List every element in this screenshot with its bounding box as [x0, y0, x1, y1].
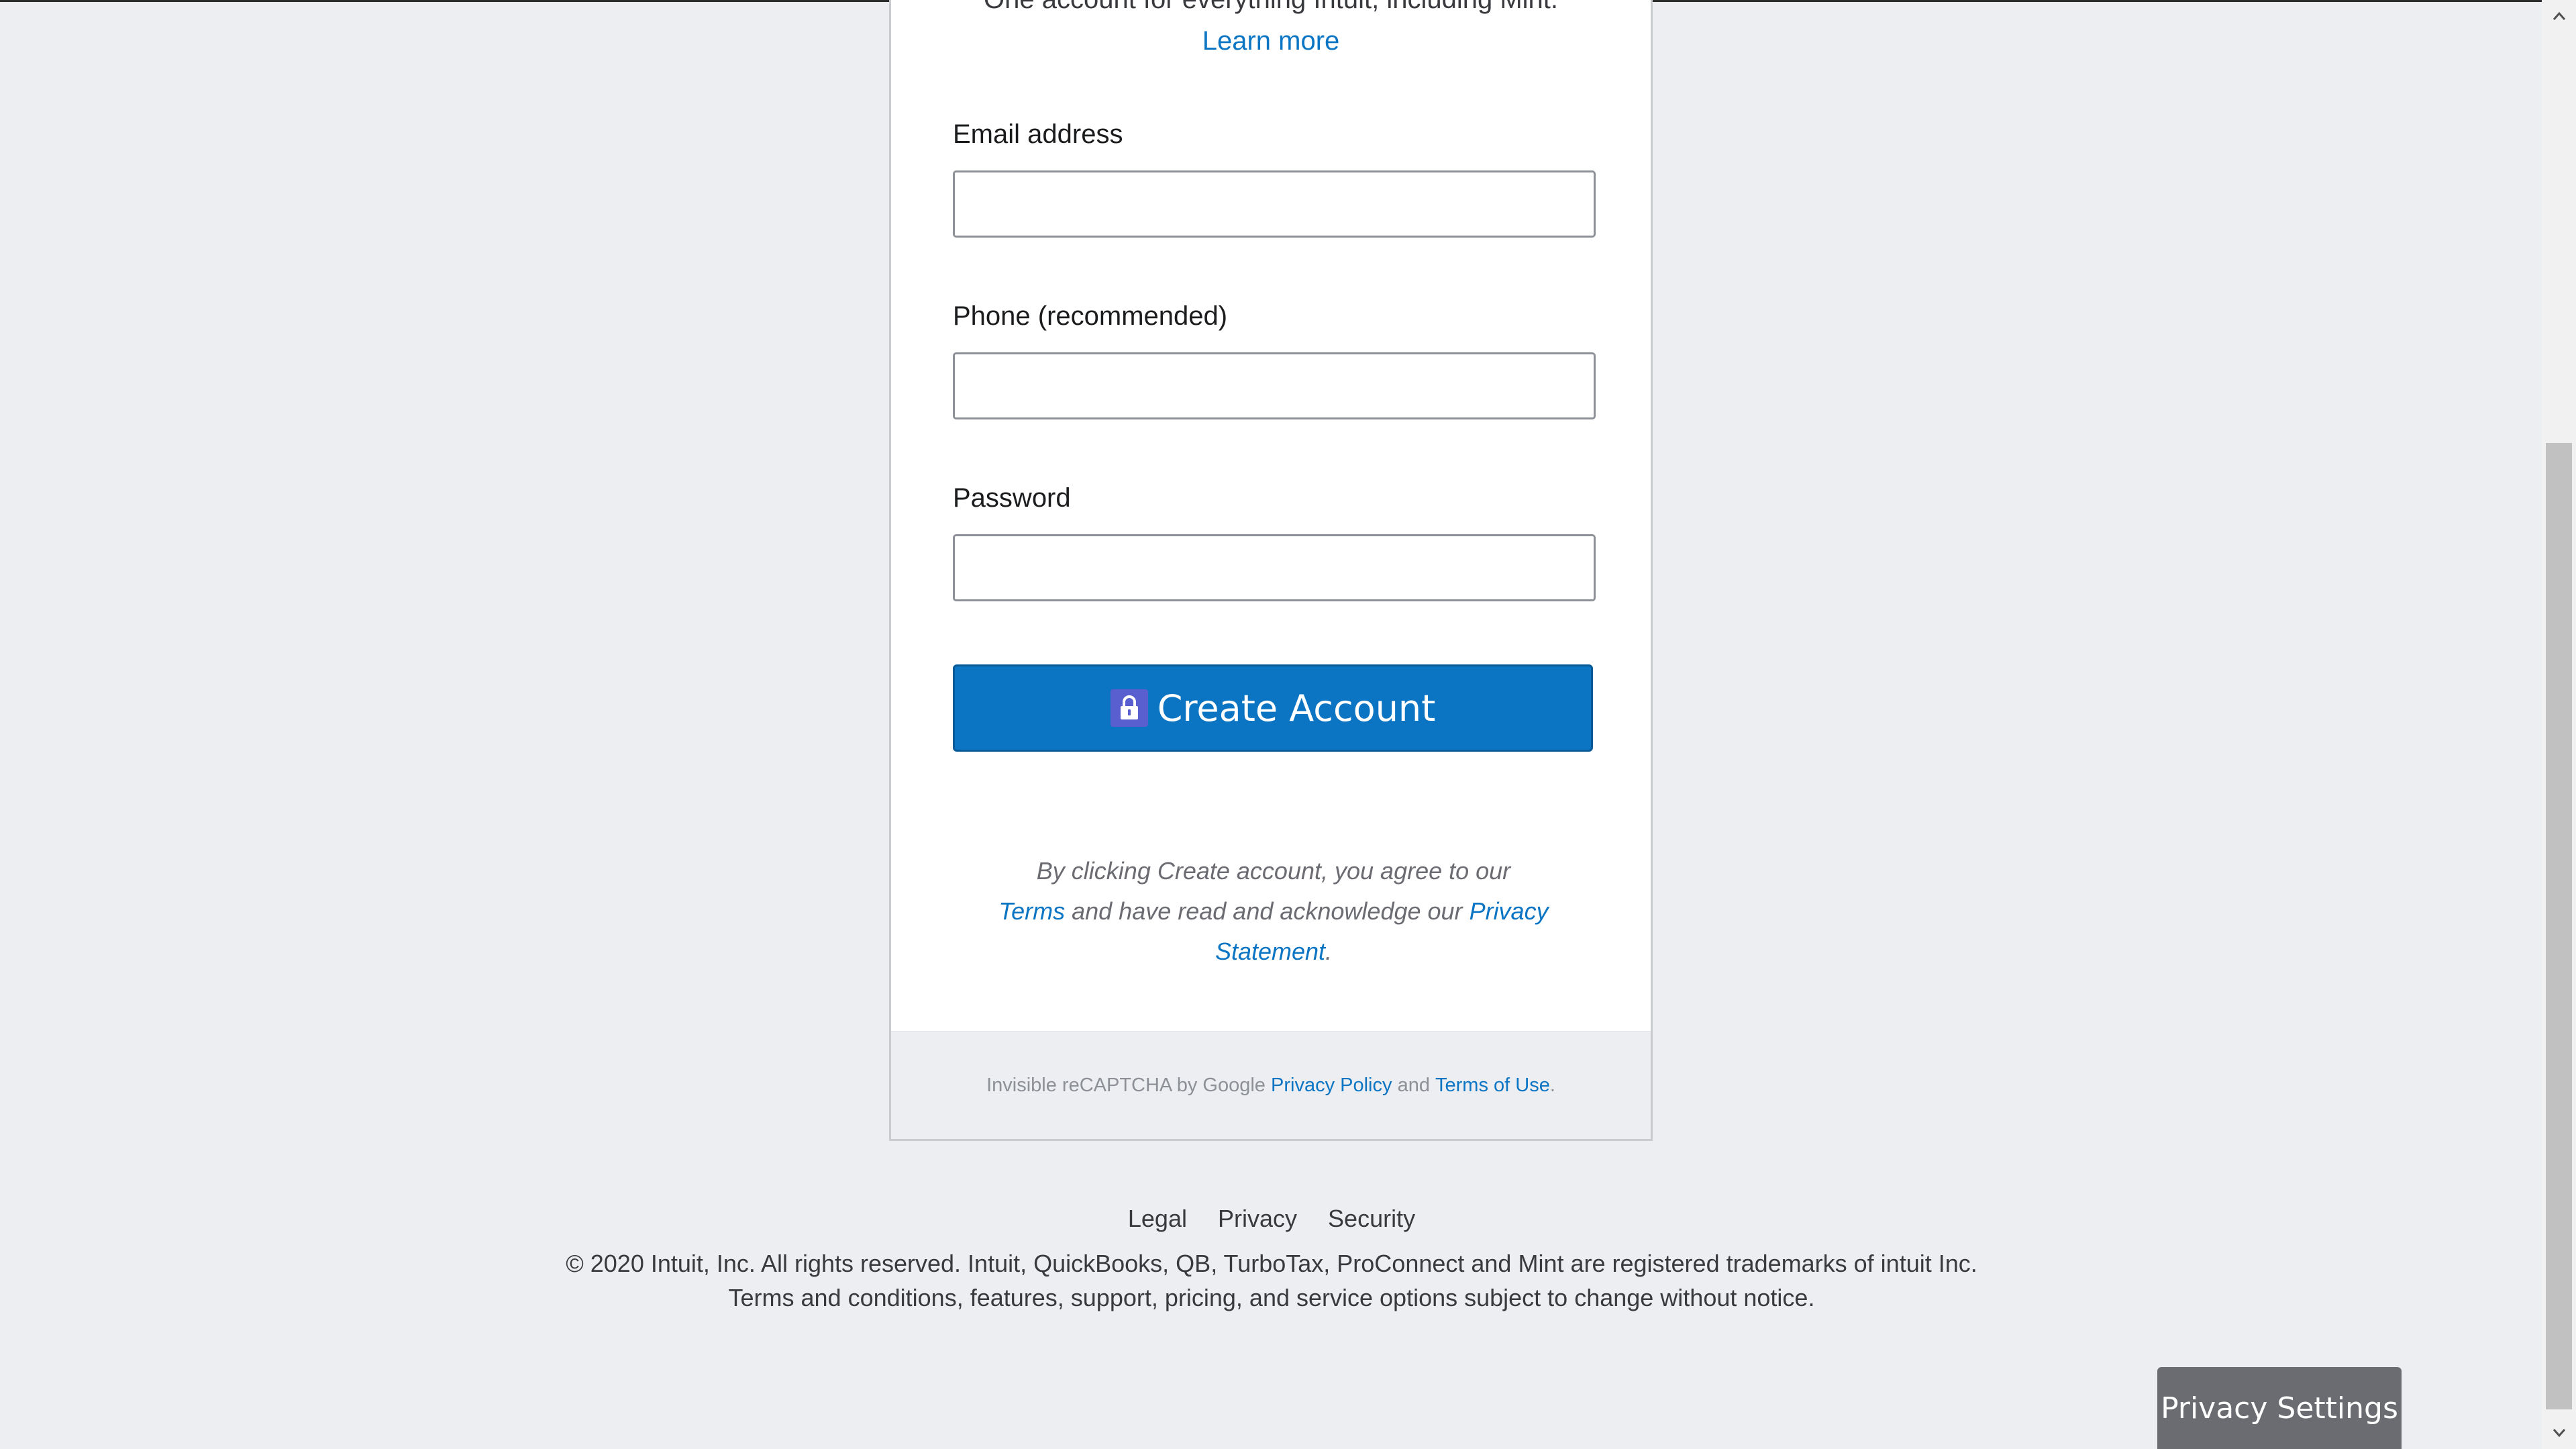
- privacy-settings-button[interactable]: Privacy Settings: [2157, 1367, 2402, 1449]
- terms-link[interactable]: Terms: [998, 897, 1065, 925]
- footer-links: Legal Privacy Security: [0, 1205, 2543, 1233]
- recaptcha-notice: Invisible reCAPTCHA by Google Privacy Po…: [891, 1031, 1651, 1139]
- create-account-button[interactable]: Create Account: [953, 664, 1593, 752]
- password-label: Password: [953, 483, 1071, 513]
- recaptcha-period: .: [1549, 1074, 1555, 1096]
- copyright-text: © 2020 Intuit, Inc. All rights reserved.…: [566, 1250, 1977, 1277]
- recaptcha-and: and: [1397, 1074, 1430, 1096]
- agreement-text-part2: and have read and acknowledge our: [1072, 897, 1463, 925]
- phone-label: Phone (recommended): [953, 301, 1228, 331]
- learn-more-link[interactable]: Learn more: [891, 24, 1651, 58]
- recaptcha-text: Invisible reCAPTCHA by Google: [986, 1074, 1266, 1096]
- email-label: Email address: [953, 119, 1123, 149]
- lock-icon: [1110, 689, 1148, 727]
- phone-field[interactable]: [953, 352, 1596, 419]
- agreement-text: By clicking Create account, you agree to…: [972, 851, 1576, 972]
- agreement-text-part1: By clicking Create account, you agree to…: [1036, 857, 1511, 885]
- recaptcha-terms-of-use-link[interactable]: Terms of Use: [1435, 1075, 1550, 1097]
- create-account-label: Create Account: [1157, 687, 1436, 730]
- scroll-down-arrow-icon[interactable]: [2542, 1417, 2576, 1449]
- footer-link-legal[interactable]: Legal: [1128, 1205, 1187, 1232]
- privacy-statement-link-part2[interactable]: Statement: [1215, 938, 1325, 965]
- email-field[interactable]: [953, 170, 1596, 238]
- password-field[interactable]: [953, 534, 1596, 601]
- recaptcha-privacy-policy-link[interactable]: Privacy Policy: [1271, 1075, 1392, 1097]
- agreement-period: .: [1325, 938, 1333, 965]
- scroll-up-arrow-icon[interactable]: [2542, 0, 2576, 32]
- scrollbar-thumb[interactable]: [2546, 443, 2572, 1409]
- disclaimer-text: Terms and conditions, features, support,…: [728, 1284, 1815, 1311]
- footer-link-privacy[interactable]: Privacy: [1218, 1205, 1297, 1232]
- signup-card: One account for everything Intuit, inclu…: [889, 0, 1653, 1141]
- vertical-scrollbar[interactable]: [2542, 0, 2576, 1449]
- privacy-statement-link-part1[interactable]: Privacy: [1470, 897, 1549, 925]
- account-tagline: One account for everything Intuit, inclu…: [891, 0, 1651, 16]
- footer-link-security[interactable]: Security: [1328, 1205, 1415, 1232]
